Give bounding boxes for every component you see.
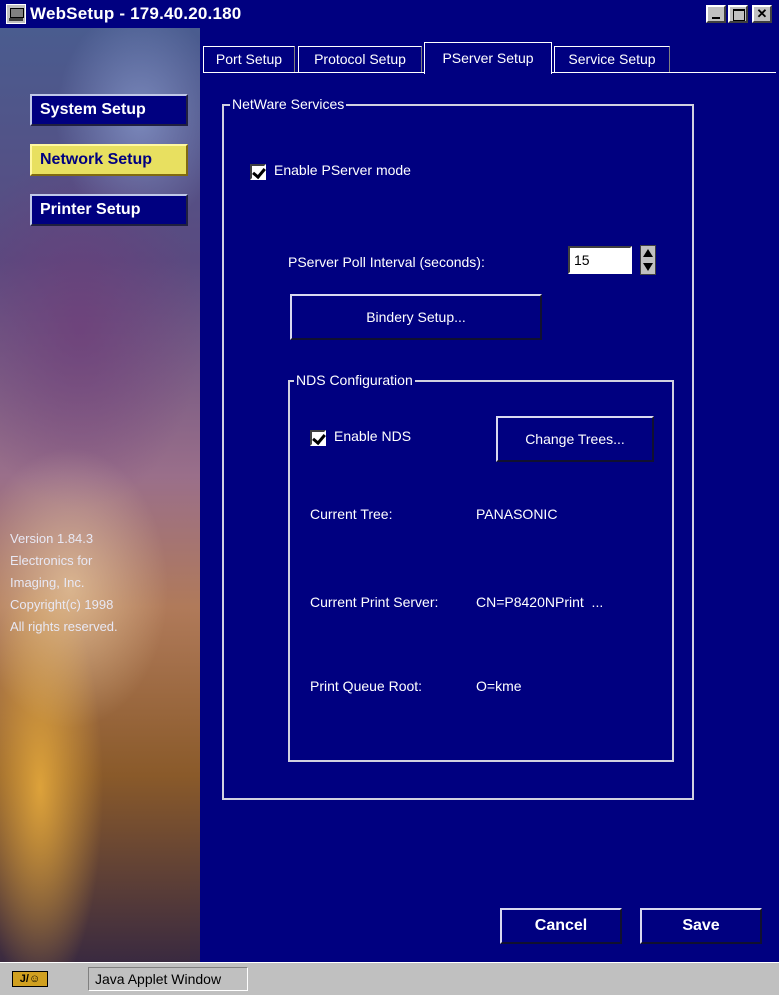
maximize-button[interactable] xyxy=(728,5,748,23)
version-info: Version 1.84.3 Electronics for Imaging, … xyxy=(10,528,118,638)
window-title: WebSetup - 179.40.20.180 xyxy=(30,4,242,23)
queue-root-value: O=kme xyxy=(476,678,522,694)
maximize-icon xyxy=(733,9,745,21)
poll-interval-stepper[interactable] xyxy=(640,245,656,275)
java-applet-icon: J/☺ xyxy=(12,971,48,987)
enable-pserver-label: Enable PServer mode xyxy=(274,162,411,178)
minimize-button[interactable] xyxy=(706,5,726,23)
save-button[interactable]: Save xyxy=(640,908,762,944)
current-tree-label: Current Tree: xyxy=(310,506,393,522)
status-bar: J/☺ Java Applet Window xyxy=(0,962,779,995)
tab-service-setup[interactable]: Service Setup xyxy=(554,46,670,72)
arrow-up-icon[interactable] xyxy=(643,249,653,257)
version-line: Imaging, Inc. xyxy=(10,575,85,590)
version-line: Version 1.84.3 xyxy=(10,531,94,546)
sidebar-item-printer-setup[interactable]: Printer Setup xyxy=(30,194,188,226)
nds-configuration-group: NDS Configuration Enable NDS Change Tree… xyxy=(288,372,674,762)
print-server-value: CN=P8420NPrint ... xyxy=(476,594,604,610)
nds-configuration-legend: NDS Configuration xyxy=(294,372,415,388)
bindery-setup-button[interactable]: Bindery Setup... xyxy=(290,294,542,340)
sidebar-item-network-setup[interactable]: Network Setup xyxy=(30,144,188,176)
poll-interval-label: PServer Poll Interval (seconds): xyxy=(288,254,485,270)
version-line: All rights reserved. xyxy=(10,619,118,634)
main-panel: Port Setup Protocol Setup PServer Setup … xyxy=(200,28,779,962)
netware-services-legend: NetWare Services xyxy=(230,96,347,112)
print-server-label: Current Print Server: xyxy=(310,594,439,610)
tab-port-setup[interactable]: Port Setup xyxy=(203,46,295,72)
sidebar-item-system-setup[interactable]: System Setup xyxy=(30,94,188,126)
enable-nds-label: Enable NDS xyxy=(334,428,412,444)
version-line: Copyright(c) 1998 xyxy=(10,597,114,612)
minimize-icon xyxy=(712,17,720,19)
enable-nds-checkbox[interactable] xyxy=(310,430,326,446)
title-bar[interactable]: WebSetup - 179.40.20.180 ✕ xyxy=(0,0,779,28)
app-icon xyxy=(6,4,26,24)
version-line: Electronics for xyxy=(10,553,93,568)
tab-protocol-setup[interactable]: Protocol Setup xyxy=(298,46,422,72)
arrow-down-icon[interactable] xyxy=(643,263,653,271)
tab-strip: Port Setup Protocol Setup PServer Setup … xyxy=(200,28,779,74)
queue-root-label: Print Queue Root: xyxy=(310,678,423,694)
status-text: Java Applet Window xyxy=(88,967,248,991)
close-button[interactable]: ✕ xyxy=(752,5,772,23)
sidebar: System Setup Network Setup Printer Setup… xyxy=(0,28,200,962)
netware-services-group: NetWare Services Enable PServer mode PSe… xyxy=(222,96,694,800)
current-tree-value: PANASONIC xyxy=(476,506,558,522)
tab-pserver-setup[interactable]: PServer Setup xyxy=(424,42,552,74)
enable-pserver-checkbox[interactable] xyxy=(250,164,266,180)
poll-interval-input[interactable] xyxy=(568,246,632,274)
cancel-button[interactable]: Cancel xyxy=(500,908,622,944)
close-icon: ✕ xyxy=(756,6,768,21)
change-trees-button[interactable]: Change Trees... xyxy=(496,416,654,462)
